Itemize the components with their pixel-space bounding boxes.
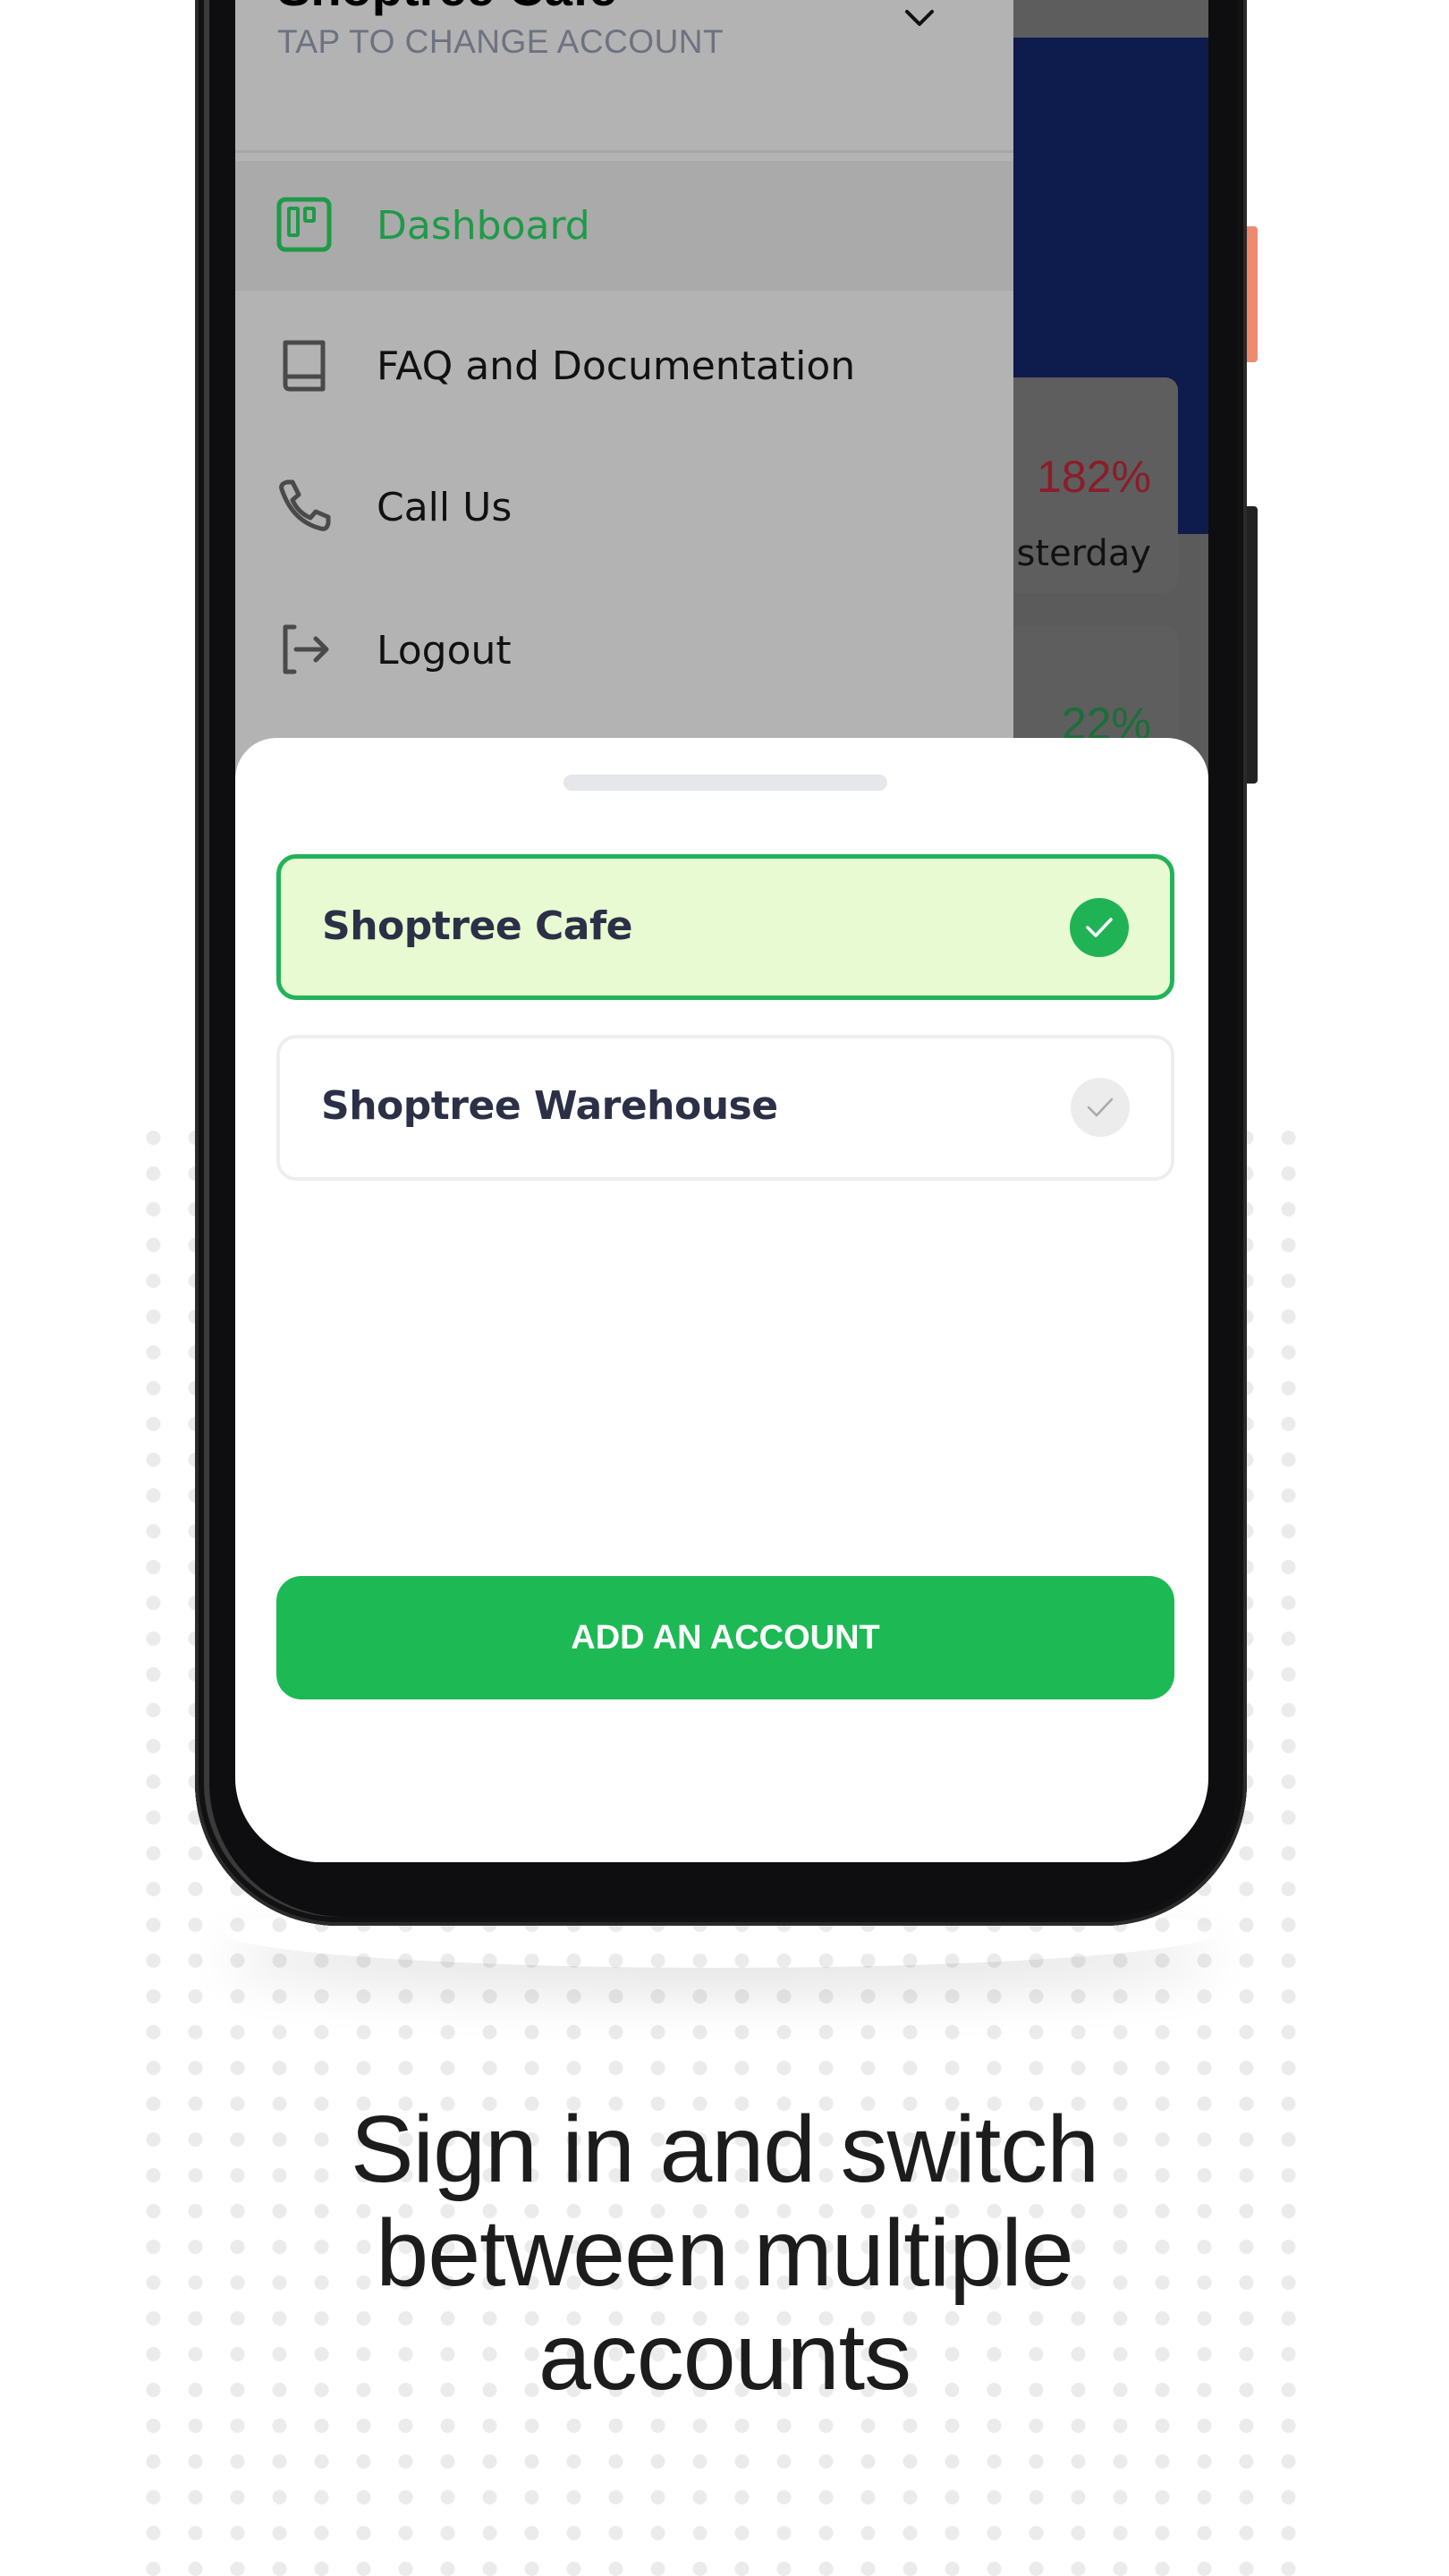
stat-change-negative: 182% [1037,452,1151,502]
sidebar-item-dashboard[interactable]: Dashboard [235,161,1013,291]
sheet-drag-handle[interactable] [564,775,887,791]
phone-icon [279,479,331,531]
headline-line: between multiple [376,2200,1073,2306]
sidebar-item-label: Dashboard [377,203,590,249]
check-circle-icon [1071,1078,1130,1137]
dashboard-icon [276,197,332,252]
stat-caption: sterday [1016,533,1151,574]
account-option[interactable]: Shoptree Warehouse [276,1035,1174,1181]
account-name: Shoptree Warehouse [321,1083,778,1129]
phone-power-button [1247,226,1258,362]
headline-line: accounts [538,2304,911,2410]
sidebar-item-label: Logout [377,628,512,674]
drawer-account-subtitle[interactable]: TAP TO CHANGE ACCOUNT [277,23,724,61]
phone-screen: 182% sterday 22% Shoptree Cafe TAP TO CH… [235,0,1208,1862]
logout-icon [283,624,329,674]
drawer-account-name[interactable]: Shoptree Cafe [277,0,617,17]
sidebar-item-faq[interactable]: FAQ and Documentation [235,301,1013,431]
account-switcher-sheet: Shoptree Cafe Shoptree Warehouse ADD AN … [235,738,1208,1862]
phone-volume-button [1247,506,1258,784]
book-icon [283,340,326,392]
headline-line: Sign in and switch [350,2097,1099,2202]
sidebar-item-label: Call Us [377,485,513,530]
account-option-selected[interactable]: Shoptree Cafe [276,854,1174,1000]
add-account-button[interactable]: ADD AN ACCOUNT [276,1576,1174,1699]
account-name: Shoptree Cafe [322,903,632,949]
sidebar-item-call-us[interactable]: Call Us [235,443,1013,572]
check-circle-icon [1070,898,1129,957]
drawer-divider [235,150,1013,153]
promo-headline: Sign in and switch between multiple acco… [0,2097,1449,2409]
sidebar-item-logout[interactable]: Logout [235,586,1013,716]
chevron-down-icon[interactable] [902,0,937,36]
sidebar-item-label: FAQ and Documentation [377,343,856,389]
